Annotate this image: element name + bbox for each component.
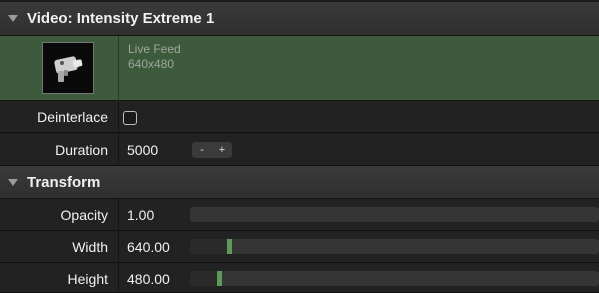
duration-decrement-button[interactable]: - bbox=[192, 142, 212, 158]
width-slider-fill bbox=[190, 239, 227, 254]
feed-source-label: Live Feed bbox=[128, 42, 181, 56]
height-row: Height 480.00 bbox=[0, 263, 599, 293]
deinterlace-row: Deinterlace bbox=[0, 101, 599, 133]
height-label: Height bbox=[67, 271, 108, 287]
opacity-row: Opacity 1.00 bbox=[0, 199, 599, 231]
height-value[interactable]: 480.00 bbox=[127, 263, 170, 293]
duration-row: Duration 5000 - + bbox=[0, 134, 599, 166]
row-divider bbox=[118, 263, 119, 292]
transform-section-header[interactable]: Transform bbox=[0, 166, 599, 199]
duration-value[interactable]: 5000 bbox=[127, 134, 158, 166]
live-feed-row[interactable]: Live Feed 640x480 bbox=[0, 36, 599, 101]
disclosure-triangle-icon[interactable] bbox=[8, 15, 18, 22]
deinterlace-checkbox[interactable] bbox=[123, 111, 137, 125]
video-camera-icon bbox=[54, 56, 83, 82]
width-slider-thumb[interactable] bbox=[227, 239, 232, 254]
video-thumbnail[interactable] bbox=[42, 42, 94, 94]
disclosure-triangle-icon[interactable] bbox=[8, 178, 18, 186]
opacity-label: Opacity bbox=[60, 207, 108, 223]
row-divider bbox=[118, 101, 119, 132]
deinterlace-label: Deinterlace bbox=[37, 109, 108, 125]
row-divider bbox=[118, 134, 119, 165]
width-row: Width 640.00 bbox=[0, 231, 599, 263]
feed-resolution-label: 640x480 bbox=[128, 57, 175, 71]
video-section-header[interactable]: Video: Intensity Extreme 1 bbox=[0, 2, 599, 36]
duration-label: Duration bbox=[55, 142, 108, 158]
duration-stepper[interactable]: - + bbox=[192, 142, 232, 158]
height-slider-thumb[interactable] bbox=[217, 271, 222, 286]
row-divider bbox=[118, 199, 119, 230]
video-section-title: Video: Intensity Extreme 1 bbox=[27, 10, 215, 27]
opacity-slider[interactable] bbox=[190, 207, 599, 222]
transform-section-title: Transform bbox=[27, 173, 101, 191]
opacity-value[interactable]: 1.00 bbox=[127, 199, 154, 231]
height-slider[interactable] bbox=[190, 271, 599, 286]
width-slider[interactable] bbox=[190, 239, 599, 254]
width-value[interactable]: 640.00 bbox=[127, 231, 170, 263]
feed-info: Live Feed 640x480 bbox=[128, 42, 181, 72]
duration-increment-button[interactable]: + bbox=[212, 142, 232, 158]
width-label: Width bbox=[72, 239, 108, 255]
row-divider bbox=[118, 231, 119, 262]
feed-divider bbox=[118, 36, 119, 101]
height-slider-fill bbox=[190, 271, 217, 286]
